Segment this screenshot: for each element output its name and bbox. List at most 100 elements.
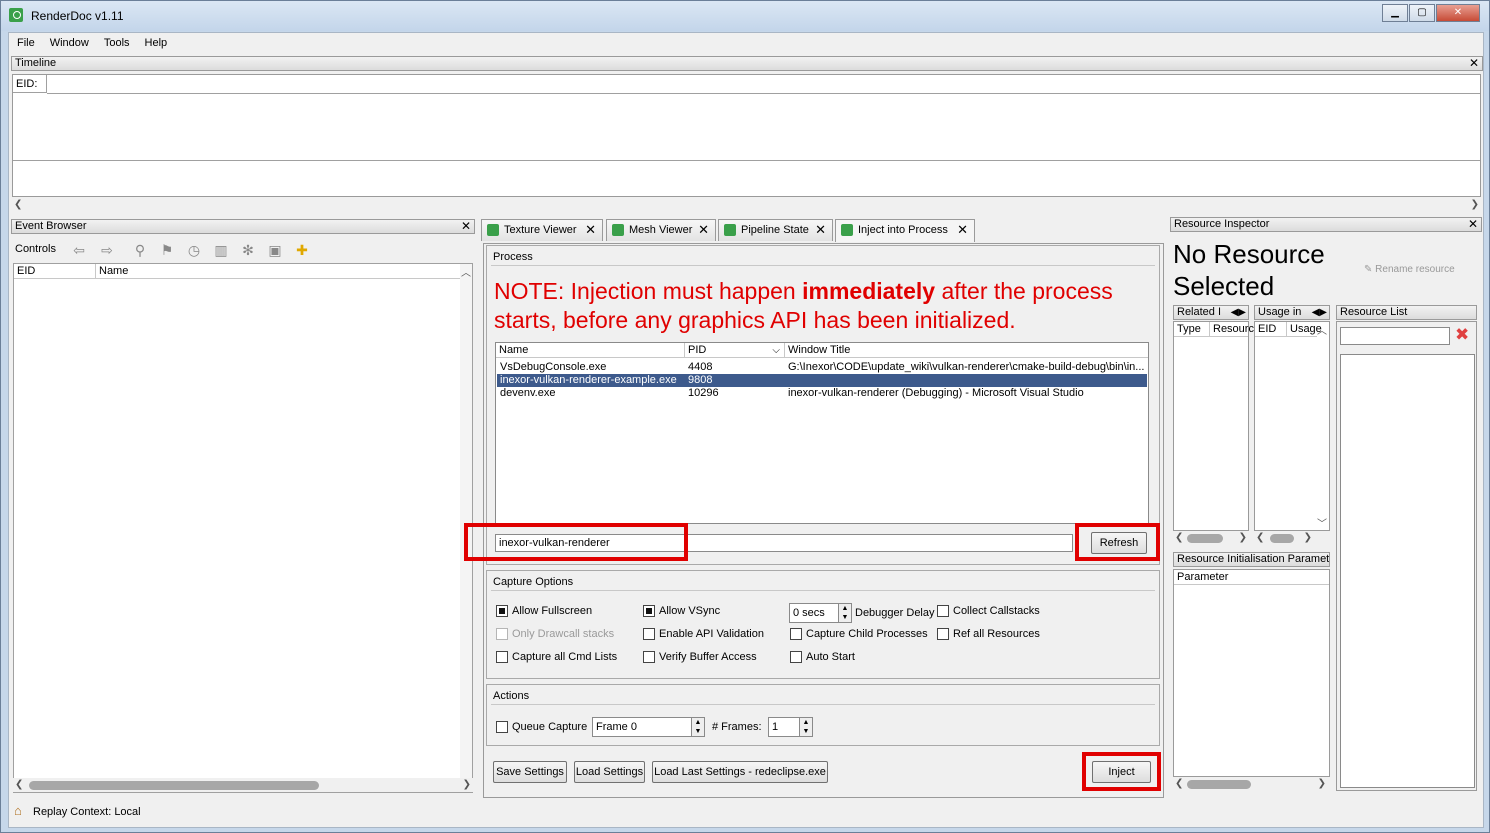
tab-close-icon[interactable]: ✕	[585, 220, 596, 240]
timeline-hscroll[interactable]: ❮ ❯	[12, 198, 1481, 212]
column-resource[interactable]: Resourc	[1210, 322, 1254, 337]
menu-help[interactable]: Help	[137, 35, 175, 49]
sort-chevron-down-icon[interactable]: ⌵	[772, 343, 780, 358]
scroll-right-icon[interactable]: ❯	[1304, 531, 1312, 545]
allow-vsync-checkbox[interactable]: Allow VSync	[643, 604, 720, 618]
init-params-hscroll[interactable]: ❮ ❯	[1173, 777, 1330, 791]
clear-x-icon[interactable]: ✖	[1455, 325, 1469, 345]
enable-api-validation-checkbox[interactable]: Enable API Validation	[643, 627, 764, 641]
usage-tab[interactable]: Usage in ◀▶	[1254, 305, 1330, 320]
related-list[interactable]: Type Resourc	[1173, 321, 1254, 531]
back-arrow-icon[interactable]: ⇦	[71, 242, 87, 258]
scroll-thumb[interactable]	[29, 781, 319, 790]
only-drawcall-stacks-checkbox[interactable]: Only Drawcall stacks	[496, 627, 614, 641]
scroll-left-icon[interactable]: ❮	[1256, 531, 1264, 545]
column-window-title[interactable]: Window Title	[785, 343, 1148, 358]
column-usage[interactable]: Usage	[1287, 322, 1322, 337]
spin-down-icon[interactable]: ▼	[838, 613, 851, 622]
column-parameter[interactable]: Parameter	[1174, 570, 1329, 585]
load-last-settings-button[interactable]: Load Last Settings - redeclipse.exe	[652, 761, 828, 783]
debugger-delay-spinbox[interactable]: 0 secs ▲ ▼	[789, 603, 852, 623]
tab-mesh-viewer[interactable]: Mesh Viewer ✕	[606, 219, 716, 241]
tab-close-icon[interactable]: ✕	[957, 220, 968, 240]
puzzle-icon[interactable]: ✚	[294, 242, 310, 258]
timer-clock-icon[interactable]: ◷	[186, 242, 202, 258]
process-row[interactable]: VsDebugConsole.exe 4408 G:\Inexor\CODE\u…	[497, 361, 1147, 374]
verify-buffer-access-checkbox[interactable]: Verify Buffer Access	[643, 650, 757, 664]
scroll-left-icon[interactable]: ❮	[15, 778, 23, 792]
usage-list[interactable]: EID Usage ︿ ﹀	[1254, 321, 1330, 531]
save-disk-icon[interactable]: ▣	[267, 242, 283, 258]
related-hscroll[interactable]: ❮ ❯	[1173, 531, 1249, 545]
event-browser-close-icon[interactable]: ✕	[461, 220, 471, 233]
column-eid[interactable]: EID	[1255, 322, 1287, 337]
rename-resource-button[interactable]: ✎ Rename resource	[1364, 264, 1455, 275]
tab-scroll-arrows-icon[interactable]: ◀▶	[1312, 306, 1327, 319]
auto-start-checkbox[interactable]: Auto Start	[790, 650, 855, 664]
bookmark-flag-icon[interactable]: ⚑	[159, 242, 175, 258]
column-name[interactable]: Name	[96, 264, 462, 279]
resource-inspector-close-icon[interactable]: ✕	[1468, 218, 1478, 231]
related-resources-tab[interactable]: Related I ◀▶	[1173, 305, 1249, 320]
tab-close-icon[interactable]: ✕	[815, 220, 826, 240]
timeline-close-icon[interactable]: ✕	[1469, 57, 1479, 70]
resource-list[interactable]	[1340, 354, 1475, 788]
spin-down-icon[interactable]: ▼	[799, 727, 812, 736]
collect-callstacks-checkbox[interactable]: Collect Callstacks	[937, 604, 1040, 618]
load-settings-button[interactable]: Load Settings	[574, 761, 645, 783]
scroll-down-icon[interactable]: ﹀	[1317, 515, 1327, 530]
capture-child-processes-checkbox[interactable]: Capture Child Processes	[790, 627, 928, 641]
scroll-right-icon[interactable]: ❯	[1471, 198, 1479, 212]
column-type[interactable]: Type	[1174, 322, 1210, 337]
queue-capture-checkbox[interactable]: Queue Capture	[496, 720, 587, 734]
column-eid[interactable]: EID	[14, 264, 96, 279]
title-bar[interactable]: RenderDoc v1.11 ▁ ▢ ✕	[1, 1, 1489, 31]
column-name[interactable]: Name	[496, 343, 685, 358]
frames-spinbox[interactable]: 1 ▲ ▼	[768, 717, 813, 737]
tab-pipeline-state[interactable]: Pipeline State ✕	[718, 219, 833, 241]
forward-arrow-icon[interactable]: ⇨	[99, 242, 115, 258]
usage-hscroll[interactable]: ❮ ❯	[1254, 531, 1330, 545]
scroll-left-icon[interactable]: ❮	[14, 198, 22, 212]
tab-close-icon[interactable]: ✕	[698, 220, 709, 240]
process-list[interactable]: Name PID ⌵ Window Title VsDebugConsole.e…	[495, 342, 1149, 524]
process-row-selected[interactable]: inexor-vulkan-renderer-example.exe 9808	[497, 374, 1147, 387]
frame-spinbox[interactable]: Frame 0 ▲ ▼	[592, 717, 705, 737]
scroll-up-icon[interactable]: ︿	[461, 264, 471, 279]
process-row[interactable]: devenv.exe 10296 inexor-vulkan-renderer …	[497, 387, 1147, 400]
scroll-right-icon[interactable]: ❯	[463, 778, 471, 792]
scroll-thumb[interactable]	[1270, 534, 1294, 543]
tab-inject-into-process[interactable]: Inject into Process ✕	[835, 219, 975, 242]
capture-all-cmd-lists-checkbox[interactable]: Capture all Cmd Lists	[496, 650, 617, 664]
event-list[interactable]: EID Name ︿ ﹀	[13, 263, 473, 793]
scroll-left-icon[interactable]: ❮	[1175, 531, 1183, 545]
scroll-thumb[interactable]	[1187, 780, 1251, 789]
allow-fullscreen-checkbox[interactable]: Allow Fullscreen	[496, 604, 592, 618]
event-list-hscroll[interactable]: ❮ ❯	[13, 778, 473, 792]
init-params-list[interactable]: Parameter	[1173, 569, 1330, 777]
resource-search-input[interactable]	[1340, 327, 1450, 345]
find-binoculars-icon[interactable]: ⚲	[132, 242, 148, 258]
scroll-right-icon[interactable]: ❯	[1239, 531, 1247, 545]
tab-scroll-arrows-icon[interactable]: ◀▶	[1231, 306, 1246, 319]
timeline-area[interactable]: EID:	[12, 74, 1481, 197]
close-button[interactable]: ✕	[1436, 4, 1480, 22]
stats-chart-icon[interactable]: ▥	[213, 242, 229, 258]
scroll-up-icon[interactable]: ︿	[1317, 322, 1327, 337]
save-settings-button[interactable]: Save Settings	[493, 761, 567, 783]
spin-up-icon[interactable]: ▲	[691, 718, 704, 727]
maximize-button[interactable]: ▢	[1409, 4, 1435, 22]
tab-texture-viewer[interactable]: Texture Viewer ✕	[481, 219, 603, 241]
spin-up-icon[interactable]: ▲	[799, 718, 812, 727]
column-pid[interactable]: PID ⌵	[685, 343, 785, 358]
spin-down-icon[interactable]: ▼	[691, 727, 704, 736]
menu-window[interactable]: Window	[42, 35, 96, 49]
spin-up-icon[interactable]: ▲	[838, 604, 851, 613]
menu-tools[interactable]: Tools	[96, 35, 137, 49]
ref-all-resources-checkbox[interactable]: Ref all Resources	[937, 627, 1040, 641]
scroll-left-icon[interactable]: ❮	[1175, 777, 1183, 791]
menu-file[interactable]: File	[9, 35, 42, 49]
scroll-right-icon[interactable]: ❯	[1318, 777, 1326, 791]
minimize-button[interactable]: ▁	[1382, 4, 1408, 22]
settings-cog-icon[interactable]: ✻	[240, 242, 256, 258]
